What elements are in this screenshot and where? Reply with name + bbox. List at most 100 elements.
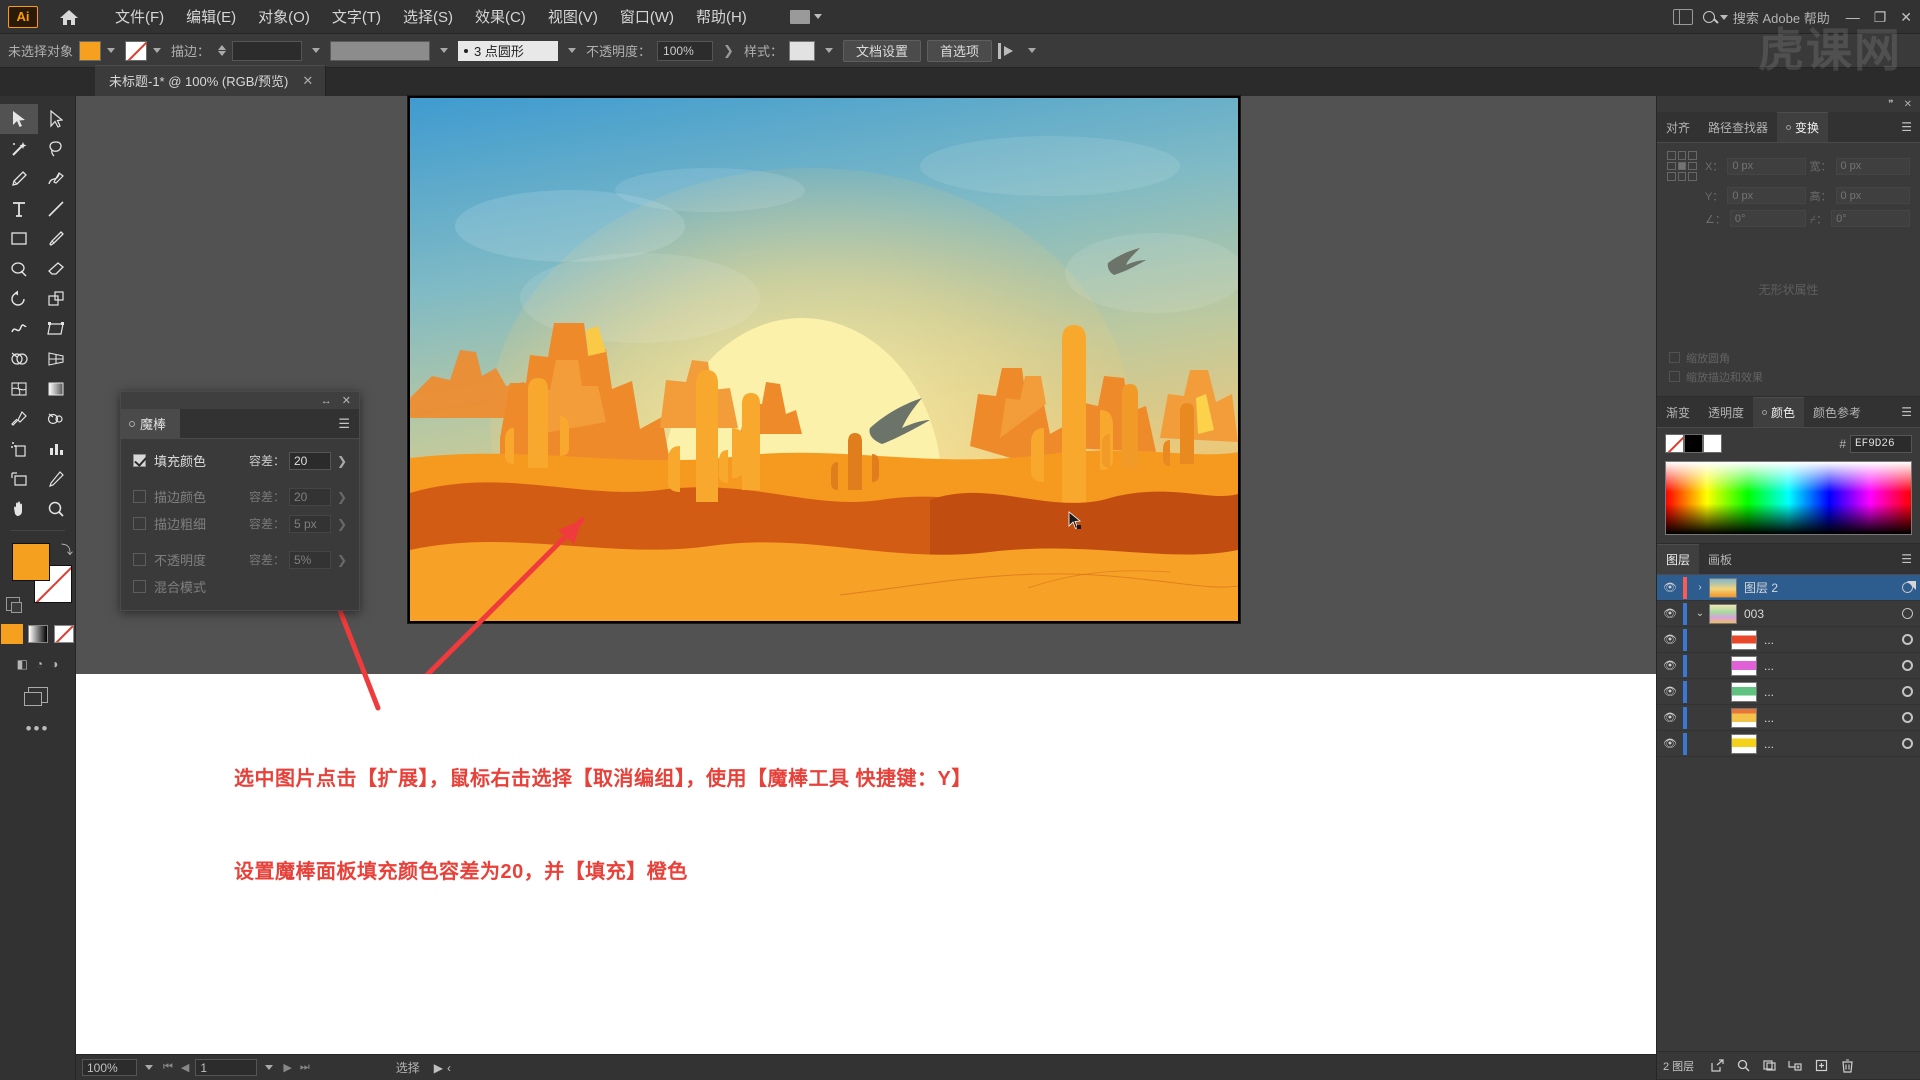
eyedropper-tool[interactable] (0, 404, 38, 434)
row-blend-mode[interactable]: 混合模式 (133, 573, 349, 600)
symbol-sprayer-tool[interactable] (0, 434, 38, 464)
tolerance-expand-icon-weight[interactable]: ❯ (335, 517, 349, 531)
direct-selection-tool[interactable] (38, 104, 76, 134)
y-field-group[interactable]: Y： 0 px (1705, 187, 1806, 204)
fill-color-control[interactable] (12, 543, 50, 581)
status-resize-icon[interactable]: ‹ (447, 1061, 451, 1075)
checkbox-fill-color[interactable] (133, 454, 146, 467)
create-new-layer-icon[interactable] (1808, 1059, 1834, 1072)
layer-row-4[interactable]: 👁 ... (1657, 679, 1920, 705)
chevron-down-icon[interactable] (824, 48, 833, 53)
lasso-tool[interactable] (38, 134, 76, 164)
artboard-number-field[interactable]: 1 (195, 1059, 258, 1076)
chevron-down-icon[interactable] (265, 1065, 274, 1070)
brush-definition-field[interactable]: 3 点圆形 (458, 40, 559, 61)
last-artboard-button[interactable]: ⏭ (298, 1061, 312, 1074)
color-spectrum-bar[interactable] (1665, 461, 1912, 535)
next-artboard-button[interactable]: ▶ (281, 1061, 293, 1074)
close-icon[interactable]: ✕ (1904, 99, 1912, 110)
row-stroke-weight[interactable]: 描边粗细 容差： 5 px ❯ (133, 510, 349, 537)
minimize-button[interactable]: — (1846, 9, 1860, 25)
create-sublayer-icon[interactable] (1782, 1059, 1808, 1072)
layer-row-1[interactable]: 👁 ⌄ 003 (1657, 601, 1920, 627)
shape-builder-tool[interactable] (0, 344, 38, 374)
menu-item-type[interactable]: 文字(T) (321, 2, 392, 31)
document-arrangement-button[interactable] (784, 8, 828, 26)
width-input[interactable]: 0 px (1835, 157, 1910, 175)
fill-color-swatch[interactable] (79, 40, 102, 61)
line-segment-tool[interactable] (38, 194, 76, 224)
collapse-icon[interactable]: ↔ (321, 395, 332, 407)
color-fill-button[interactable] (0, 624, 23, 644)
perspective-grid-tool[interactable] (38, 344, 76, 374)
tolerance-input-fill[interactable]: 20 (289, 451, 331, 470)
free-transform-tool[interactable] (38, 314, 76, 344)
mesh-tool[interactable] (0, 374, 38, 404)
tab-color-guide[interactable]: 颜色参考 (1804, 398, 1870, 427)
height-input[interactable]: 0 px (1835, 187, 1910, 204)
panel-menu-icon[interactable]: ☰ (1901, 406, 1920, 418)
visibility-toggle-icon[interactable]: 👁 (1657, 581, 1683, 594)
edit-toolbar-button[interactable]: ••• (0, 719, 75, 739)
selection-tool[interactable] (0, 104, 38, 134)
tab-magic-wand[interactable]: 魔棒 (121, 409, 181, 438)
reference-point-selector[interactable] (1667, 151, 1697, 181)
pen-tool[interactable] (0, 164, 38, 194)
visibility-toggle-icon[interactable]: 👁 (1657, 685, 1683, 698)
panel-menu-icon[interactable]: ☰ (338, 417, 359, 430)
screen-mode-button[interactable] (0, 687, 75, 706)
close-icon[interactable]: ✕ (342, 394, 351, 407)
swap-fill-stroke-icon[interactable]: ⤵ (61, 541, 73, 558)
eraser-tool[interactable] (38, 254, 76, 284)
black-swatch[interactable] (1684, 434, 1703, 453)
slice-tool[interactable] (38, 464, 76, 494)
blend-tool[interactable] (38, 404, 76, 434)
menu-item-edit[interactable]: 编辑(E) (175, 2, 247, 31)
angle-input[interactable]: 0° (1729, 210, 1806, 227)
visibility-toggle-icon[interactable]: 👁 (1657, 633, 1683, 646)
visibility-toggle-icon[interactable]: 👁 (1657, 737, 1683, 750)
x-input[interactable]: 0 px (1727, 157, 1806, 175)
visibility-toggle-icon[interactable]: 👁 (1657, 607, 1683, 620)
first-artboard-button[interactable]: ⏮ (161, 1061, 175, 1074)
row-stroke-color[interactable]: 描边颜色 容差： 20 ❯ (133, 483, 349, 510)
release-to-layers-icon[interactable] (1704, 1059, 1730, 1072)
menu-item-effect[interactable]: 效果(C) (464, 2, 537, 31)
opacity-expand-icon[interactable]: ❯ (719, 43, 738, 59)
status-expand-icon[interactable]: ▶ (434, 1061, 443, 1075)
column-graph-tool[interactable] (38, 434, 76, 464)
tab-color[interactable]: 颜色 (1753, 397, 1805, 427)
tolerance-input-opacity[interactable]: 5% (289, 550, 331, 569)
gradient-fill-button[interactable] (27, 625, 48, 643)
opacity-value-field[interactable]: 100% (657, 40, 714, 61)
y-input[interactable]: 0 px (1727, 187, 1806, 204)
stroke-color-swatch[interactable] (125, 40, 148, 61)
document-tab[interactable]: 未标题-1* @ 100% (RGB/预览) ✕ (95, 65, 327, 96)
scale-strokes-option[interactable]: 缩放描边和效果 (1669, 367, 1908, 386)
panel-menu-icon[interactable]: ☰ (1901, 553, 1920, 565)
row-opacity[interactable]: 不透明度 容差： 5% ❯ (133, 546, 349, 573)
zoom-level-field[interactable]: 100% (82, 1059, 137, 1076)
stroke-weight-stepper[interactable] (218, 45, 227, 56)
make-clipping-mask-icon[interactable] (1756, 1059, 1782, 1072)
artboard[interactable] (408, 96, 1240, 623)
fill-swatch-group[interactable] (79, 40, 119, 61)
tab-pathfinder[interactable]: 路径查找器 (1699, 113, 1777, 142)
tolerance-expand-icon-stroke[interactable]: ❯ (335, 490, 349, 504)
maximize-button[interactable]: ❐ (1874, 9, 1887, 26)
checkbox-stroke-color[interactable] (133, 490, 146, 503)
shaper-tool[interactable] (0, 254, 38, 284)
shear-field-group[interactable]: ⌿： 0° (1810, 210, 1910, 227)
chevron-down-icon[interactable] (1028, 48, 1036, 53)
tolerance-expand-icon-fill[interactable]: ❯ (335, 454, 349, 468)
rotate-tool[interactable] (0, 284, 38, 314)
width-tool[interactable] (0, 314, 38, 344)
draw-inside-icon[interactable]: ◑ (51, 657, 58, 671)
rectangle-tool[interactable] (0, 224, 38, 254)
home-icon[interactable] (56, 8, 82, 26)
target-indicator[interactable] (1894, 608, 1920, 619)
width-field-group[interactable]: 宽： 0 px (1810, 157, 1910, 175)
chevron-down-icon[interactable] (568, 48, 577, 53)
curvature-tool[interactable] (38, 164, 76, 194)
visibility-toggle-icon[interactable]: 👁 (1657, 659, 1683, 672)
